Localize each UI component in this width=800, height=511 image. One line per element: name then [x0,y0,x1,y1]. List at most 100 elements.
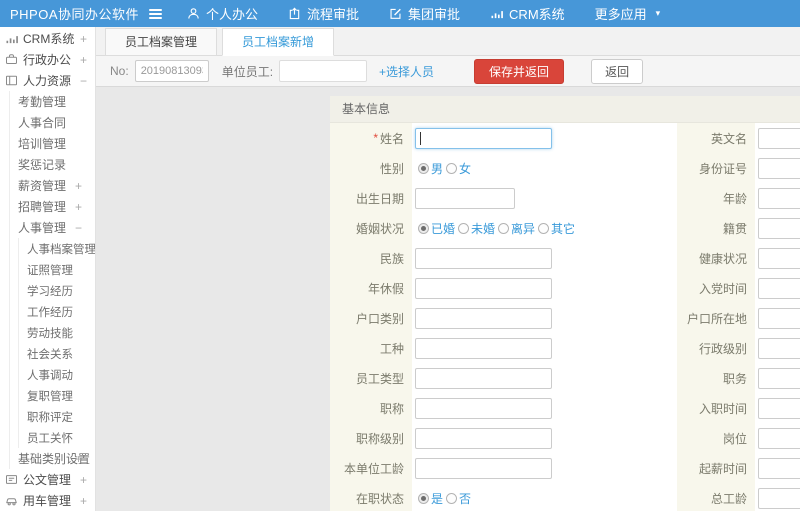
radio-option-label[interactable]: 否 [459,490,471,507]
employee-type-input[interactable] [415,367,552,389]
nav-item-personal-office[interactable]: 个人办公 [172,0,273,27]
marital-status-radio-2[interactable] [498,222,510,234]
sidebar-item-training[interactable]: 培训管理 [10,133,95,154]
native-place-input[interactable] [758,217,800,239]
nav-item-crm-system[interactable]: CRM系统 [475,0,580,27]
field-label: 职务 [677,363,755,393]
sidebar-item-salary[interactable]: 薪资管理 + [10,175,95,196]
tab-employee-files[interactable]: 员工档案管理 [105,28,218,56]
marital-status-radio-1[interactable] [458,222,470,234]
car-icon [5,494,18,507]
id-number-input[interactable] [758,157,800,179]
radio-option-label[interactable]: 女 [459,160,471,177]
sidebar-item-human-resources[interactable]: 人力资源 − [0,70,95,91]
sidebar-item-work-history[interactable]: 工作经历 [19,301,95,322]
nav-item-group-approval[interactable]: 集团审批 [374,0,475,27]
save-return-button[interactable]: 保存并返回 [474,58,565,84]
gender-radio-1[interactable] [446,162,458,174]
nav-item-process-approval[interactable]: 流程审批 [273,0,374,27]
post-input[interactable] [758,427,800,449]
salary-start-date-input[interactable] [758,457,800,479]
expand-icon[interactable]: + [75,179,82,193]
hukou-location-input[interactable] [758,307,800,329]
sidebar-item-labor-skills[interactable]: 劳动技能 [19,322,95,343]
sidebar-item-crm[interactable]: CRM系统 + [0,28,95,49]
hukou-type-input[interactable] [415,307,552,329]
field-label-text: 健康状况 [698,251,747,266]
sidebar-item-label: 人事档案管理 [27,243,96,256]
collapse-icon[interactable]: − [75,221,82,235]
sidebar-item-title-evaluation[interactable]: 职称评定 [19,406,95,427]
sidebar-item-base-categories[interactable]: 基础类别设置 + [10,448,95,469]
sidebar-item-employee-care[interactable]: 员工关怀 [19,427,95,448]
sidebar-item-certificates[interactable]: 证照管理 [19,259,95,280]
gender-radio-group: 男女 [415,160,471,177]
marital-status-radio-0-selected[interactable] [418,222,429,234]
party-join-date-input[interactable] [758,277,800,299]
job-title-input[interactable] [415,397,552,419]
expand-icon[interactable]: + [75,452,82,466]
annual-leave-input[interactable] [415,277,552,299]
nav-item-label: 个人办公 [206,7,259,22]
unit-employee-input[interactable] [279,60,368,82]
nav-item-label: 更多应用 [594,7,647,22]
sidebar-item-attendance[interactable]: 考勤管理 [10,91,95,112]
field-cell: 已婚 未婚 离异 其它 [412,213,677,243]
sidebar-item-hr-contract[interactable]: 人事合同 [10,112,95,133]
select-person-link[interactable]: +选择人员 [379,63,434,80]
company-seniority-input[interactable] [415,457,552,479]
radio-option-label[interactable]: 离异 [511,220,535,237]
menu-icon[interactable] [138,0,172,27]
radio-option-label[interactable]: 其它 [551,220,575,237]
field-label-text: 职务 [722,371,747,386]
radio-option-label[interactable]: 已婚 [431,220,455,237]
gender-radio-0-selected[interactable] [418,162,429,174]
employment-status-radio-1[interactable] [446,492,458,504]
no-input[interactable] [134,60,209,82]
age-input[interactable] [758,187,800,209]
sidebar-item-personnel-transfer[interactable]: 人事调动 [19,364,95,385]
radio-option-label[interactable]: 是 [431,490,443,507]
form-row: 在职状态是否总工龄 [330,483,800,511]
app-window: PHPOA协同办公软件 个人办公 流程审批 集团审批 CRM系统 更多应用 ▾ CRM系统… [0,0,800,511]
sidebar-item-document-mgmt[interactable]: 公文管理 + [0,469,95,490]
collapse-icon[interactable]: − [80,74,87,88]
sidebar-item-personnel[interactable]: 人事管理 − [10,217,95,238]
field-label-text: 年休假 [367,281,404,296]
expand-icon[interactable]: + [80,494,87,508]
ethnicity-input[interactable] [415,247,552,269]
sidebar-item-reward-punishment[interactable]: 奖惩记录 [10,154,95,175]
work-type-input[interactable] [415,337,552,359]
marital-status-radio-3[interactable] [538,222,550,234]
sidebar-item-admin-office[interactable]: 行政办公 + [0,49,95,70]
back-button[interactable]: 返回 [591,58,644,84]
field-cell [412,453,677,483]
sidebar-item-reinstatement[interactable]: 复职管理 [19,385,95,406]
english-name-input[interactable] [758,127,800,149]
hire-date-input[interactable] [758,397,800,419]
expand-icon[interactable]: + [80,53,87,67]
birth-date-input[interactable] [415,187,515,209]
expand-icon[interactable]: + [80,473,87,487]
field-label-text: 出生日期 [355,191,404,206]
sidebar-item-personnel-files[interactable]: 人事档案管理 [19,238,95,259]
nav-item-more-apps[interactable]: 更多应用 ▾ [580,0,676,27]
sidebar-item-recruitment[interactable]: 招聘管理 + [10,196,95,217]
sidebar-item-vehicle-mgmt[interactable]: 用车管理 + [0,490,95,511]
title-level-input[interactable] [415,427,552,449]
tab-employee-file-new[interactable]: 员工档案新增 [222,28,335,56]
position-input[interactable] [758,367,800,389]
radio-option-label[interactable]: 未婚 [471,220,495,237]
radio-option-label[interactable]: 男 [431,160,443,177]
sidebar-item-social-relations[interactable]: 社会关系 [19,343,95,364]
health-status-input[interactable] [758,247,800,269]
sidebar-item-label: 用车管理 [23,494,72,508]
field-label-text: 岗位 [722,431,747,446]
total-seniority-input[interactable] [758,487,800,509]
admin-level-input[interactable] [758,337,800,359]
expand-icon[interactable]: + [80,32,87,46]
sidebar-item-study-history[interactable]: 学习经历 [19,280,95,301]
employment-status-radio-0-selected[interactable] [418,492,429,504]
name-input[interactable] [415,127,552,149]
expand-icon[interactable]: + [75,200,82,214]
